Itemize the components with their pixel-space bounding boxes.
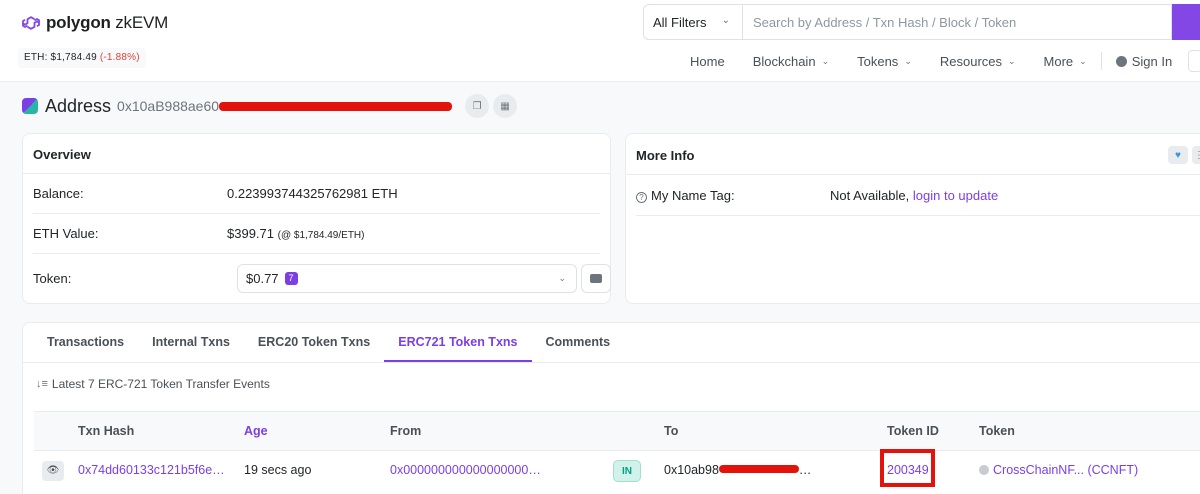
- address-avatar-icon: [22, 98, 38, 114]
- more-info-card: More Info ♥ ⋮ ? My Name Tag: Not Availabl…: [625, 133, 1200, 304]
- qr-code-icon[interactable]: ▦: [493, 94, 518, 118]
- eth-rate: (@ $1,784.49/ETH): [277, 230, 365, 241]
- question-circle-icon: ?: [636, 191, 647, 203]
- header-age[interactable]: Age: [244, 412, 268, 451]
- balance-label: Balance:: [33, 186, 84, 201]
- header-token-id: Token ID: [887, 424, 939, 438]
- token-logo-icon: [979, 465, 989, 475]
- eth-price-ticker[interactable]: ETH: $1,784.49 (-1.88%): [18, 48, 146, 68]
- user-icon: [1115, 55, 1127, 67]
- nav-resources[interactable]: Resources ⌄: [940, 54, 1016, 69]
- overview-card: Overview Balance: 0.223993744325762981 E…: [22, 133, 611, 304]
- header-token: Token: [979, 424, 1015, 438]
- balance-row: Balance: 0.223993744325762981 ETH: [33, 174, 600, 214]
- sign-in-link[interactable]: Sign In: [1115, 54, 1172, 69]
- overview-title: Overview: [23, 134, 610, 174]
- chevron-down-icon: ⌄: [904, 55, 912, 66]
- chevron-down-icon: ⌄: [1079, 55, 1087, 66]
- nav-divider: [1100, 52, 1102, 70]
- token-link[interactable]: CrossChainNF... (CCNFT): [979, 451, 1138, 490]
- chevron-down-icon: ⌄: [558, 273, 566, 283]
- sort-icon: ↓≡: [36, 378, 48, 390]
- name-tag-row: ? My Name Tag: Not Available, login to up…: [636, 175, 1195, 215]
- tab-internal-txns[interactable]: Internal Txns: [138, 323, 244, 362]
- eth-price: ETH: $1,784.49: [24, 52, 97, 63]
- address-heading: Address 0x10aB988ae60 ❐ ▦: [22, 94, 518, 118]
- filter-dropdown[interactable]: All Filters ⌄: [643, 4, 742, 40]
- token-row: Token: $0.77 7 ⌄: [33, 258, 611, 298]
- page-title: Address: [45, 95, 112, 116]
- search-input[interactable]: [742, 4, 1172, 40]
- redaction-mark: [718, 465, 799, 473]
- events-summary-text: Latest 7 ERC-721 Token Transfer Events: [51, 377, 270, 391]
- tab-comments[interactable]: Comments: [532, 323, 625, 362]
- logo-text: polygon zkEVM: [46, 13, 169, 32]
- events-summary: ↓≡ Latest 7 ERC-721 Token Transfer Event…: [36, 377, 270, 391]
- balance-value: 0.223993744325762981 ETH: [227, 186, 398, 201]
- polygon-logo-icon: [22, 16, 40, 30]
- login-link[interactable]: login to update: [913, 188, 998, 203]
- tab-transactions[interactable]: Transactions: [33, 323, 138, 362]
- heart-icon[interactable]: ♥: [1168, 146, 1188, 164]
- name-tag-label: ? My Name Tag:: [636, 188, 830, 203]
- more-info-actions: ♥ ⋮: [1168, 146, 1200, 164]
- direction-badge: IN: [613, 460, 641, 482]
- table-header: Txn Hash Age From To Token ID Token: [34, 411, 1200, 451]
- nav-blockchain[interactable]: Blockchain ⌄: [753, 54, 829, 69]
- filter-label: All Filters: [653, 14, 707, 30]
- chevron-down-icon: ⌄: [821, 55, 830, 66]
- name-tag-value: Not Available, login to update: [830, 187, 999, 203]
- logo[interactable]: polygon zkEVM: [22, 13, 168, 33]
- copy-icon[interactable]: ❐: [465, 94, 490, 118]
- tab-bar: Transactions Internal Txns ERC20 Token T…: [23, 323, 1200, 363]
- more-options-icon[interactable]: ⋮: [1192, 146, 1200, 164]
- transactions-card: Transactions Internal Txns ERC20 Token T…: [22, 322, 1200, 494]
- eth-value-row: ETH Value: $399.71 (@ $1,784.49/ETH): [33, 214, 600, 254]
- divider: [636, 215, 1200, 216]
- token-holdings-dropdown[interactable]: $0.77 7 ⌄: [237, 264, 577, 293]
- chevron-down-icon: ⌄: [1008, 55, 1016, 66]
- chevron-down-icon: ⌄: [721, 15, 730, 26]
- tab-erc721-token-txns[interactable]: ERC721 Token Txns: [384, 323, 532, 362]
- search-bar: All Filters ⌄: [643, 4, 1200, 40]
- token-label: Token:: [33, 271, 72, 286]
- header-from: From: [390, 424, 422, 438]
- token-id-highlight: [880, 449, 935, 487]
- table-row: 👁 0x74dd60133c121b5f6e… 19 secs ago 0x00…: [34, 451, 1200, 491]
- more-info-title: More Info: [626, 134, 1200, 175]
- wallet-button[interactable]: [581, 264, 611, 293]
- eth-value-label: ETH Value:: [33, 226, 99, 241]
- redaction-mark: [219, 101, 453, 111]
- txn-hash-link[interactable]: 0x74dd60133c121b5f6e…: [78, 451, 225, 490]
- nav-home[interactable]: Home: [690, 54, 725, 69]
- token-count-badge: 7: [284, 272, 298, 285]
- search-button[interactable]: [1172, 4, 1200, 40]
- header-to: To: [664, 424, 679, 438]
- address-hash: 0x10aB988ae60: [117, 98, 220, 114]
- tab-erc20-token-txns[interactable]: ERC20 Token Txns: [244, 323, 384, 362]
- token-value: $0.77: [246, 271, 279, 286]
- main-nav: Home Blockchain ⌄ Tokens ⌄ Resources ⌄ More…: [690, 52, 1192, 70]
- eye-icon[interactable]: 👁: [42, 461, 64, 481]
- wallet-icon: [590, 274, 602, 283]
- age-value: 19 secs ago: [244, 463, 312, 477]
- theme-toggle-button[interactable]: [1188, 50, 1200, 72]
- eth-price-change: (-1.88%): [99, 52, 140, 63]
- nav-tokens[interactable]: Tokens ⌄: [857, 54, 912, 69]
- nav-more[interactable]: More ⌄: [1044, 54, 1087, 69]
- to-address[interactable]: 0x10ab98…: [664, 451, 811, 490]
- header-txn-hash: Txn Hash: [78, 424, 135, 438]
- from-address-link[interactable]: 0x000000000000000000…: [390, 451, 541, 490]
- site-header: polygon zkEVM ETH: $1,784.49 (-1.88%) Al…: [0, 0, 1200, 82]
- eth-value: $399.71 (@ $1,784.49/ETH): [227, 226, 365, 241]
